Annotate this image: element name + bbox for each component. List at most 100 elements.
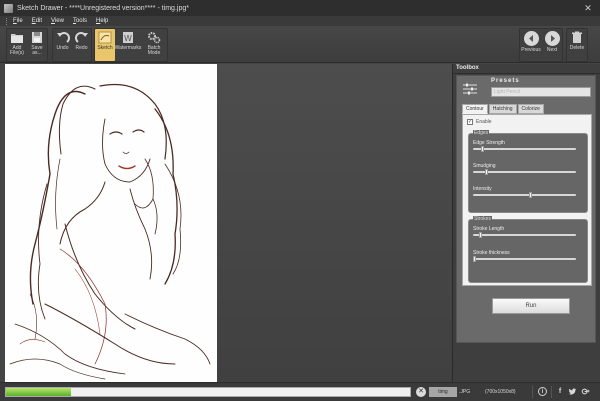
toolbox-title: Toolbox: [453, 64, 600, 74]
batch-mode-label: Batch Mode: [147, 45, 161, 56]
info-icon[interactable]: i: [538, 387, 547, 396]
redo-button[interactable]: Redo: [72, 29, 91, 61]
image-canvas[interactable]: [0, 64, 452, 382]
folder-icon: [10, 31, 24, 44]
strokes-group: Strokes Stroke Length Stroke thickness: [468, 216, 588, 283]
toolbox-panel: Toolbox Presets Light Pencil Contour Hat…: [452, 64, 600, 382]
menu-edit[interactable]: Edit: [32, 18, 42, 24]
previous-button[interactable]: Previous: [520, 29, 542, 61]
edges-group: Edges Edge Strength Smudging Intensity: [468, 130, 588, 213]
edge-strength-thumb[interactable]: [480, 146, 484, 152]
intensity-row: Intensity: [473, 186, 583, 198]
presets-label: Presets: [491, 78, 520, 84]
redo-label: Redo: [75, 45, 88, 51]
previous-label: Previous: [521, 47, 541, 53]
close-button[interactable]: ✕: [582, 2, 594, 14]
facebook-icon[interactable]: f: [555, 387, 565, 397]
svg-text:W: W: [124, 34, 132, 43]
edge-strength-row: Edge Strength: [473, 140, 583, 152]
stroke-length-thumb[interactable]: [478, 232, 482, 238]
enable-checkbox[interactable]: ✓: [467, 119, 473, 125]
tab-colorize[interactable]: Colorize: [517, 104, 544, 114]
edge-strength-slider[interactable]: [473, 146, 576, 152]
floppy-icon: [30, 31, 44, 44]
toolbox-content: Presets Light Pencil Contour Hatching Co…: [456, 75, 596, 343]
sliders-icon: [462, 82, 478, 95]
menu-view[interactable]: View: [51, 18, 64, 24]
twitter-icon[interactable]: [567, 387, 577, 397]
stroke-length-slider[interactable]: [473, 232, 576, 238]
status-separator: [551, 386, 552, 398]
delete-group: Delete: [566, 28, 588, 62]
enable-row[interactable]: ✓ Enable: [467, 119, 492, 125]
smudging-label: Smudging: [473, 163, 496, 169]
watermarks-label: Watermarks: [114, 45, 142, 51]
stroke-length-row: Stroke Length: [473, 226, 583, 238]
google-plus-icon[interactable]: [580, 387, 590, 397]
add-files-button[interactable]: Add File(s): [7, 29, 27, 61]
undo-icon: [56, 31, 70, 44]
sketch-drawing: [9, 83, 211, 380]
sketch-icon: [98, 31, 112, 44]
file-group: Add File(s) Save as...: [6, 28, 48, 62]
smudging-row: Smudging: [473, 163, 583, 175]
trash-icon: [570, 31, 584, 44]
sketch-drawer-icon: [4, 3, 13, 13]
delete-button[interactable]: Delete: [567, 29, 587, 61]
next-button[interactable]: Next: [542, 29, 562, 61]
window-title: Sketch Drawer - ****Unregistered version…: [17, 4, 189, 12]
edge-strength-label: Edge Strength: [473, 140, 505, 146]
contour-panel: ✓ Enable Edges Edge Strength Smudging In…: [462, 114, 592, 286]
mode-group: Sketch W Watermarks Batch Mode: [94, 28, 168, 62]
stroke-thickness-label: Stroke thickness: [473, 250, 510, 256]
smudging-thumb[interactable]: [484, 169, 488, 175]
toolbox-tabs: Contour Hatching Colorize: [462, 104, 545, 114]
sketch-button[interactable]: Sketch: [95, 29, 115, 61]
toolbar: Add File(s) Save as... Undo Redo Sketch …: [0, 26, 600, 63]
stroke-thickness-slider[interactable]: [473, 256, 576, 262]
edges-title: Edges: [473, 130, 490, 136]
undo-button[interactable]: Undo: [53, 29, 72, 61]
enable-label: Enable: [476, 119, 492, 125]
stroke-thickness-thumb[interactable]: [473, 256, 476, 262]
intensity-slider[interactable]: [473, 192, 576, 198]
stop-icon[interactable]: ✕: [416, 387, 426, 397]
watermark-icon: W: [121, 31, 135, 44]
strokes-title: Strokes: [473, 216, 492, 222]
current-filename: timg: [429, 387, 457, 397]
next-label: Next: [546, 47, 558, 53]
stroke-length-label: Stroke Length: [473, 226, 505, 232]
progress-fill: [6, 388, 71, 396]
delete-label: Delete: [569, 45, 585, 51]
batch-mode-button[interactable]: Batch Mode: [141, 29, 167, 61]
edit-group: Undo Redo: [52, 28, 92, 62]
tab-contour[interactable]: Contour: [462, 104, 488, 114]
smudging-slider[interactable]: [473, 169, 576, 175]
undo-label: Undo: [56, 45, 69, 51]
stroke-thickness-row: Stroke thickness: [473, 250, 583, 262]
menu-help[interactable]: Help: [96, 18, 108, 24]
gears-icon: [147, 31, 161, 44]
navigation-group: Previous Next: [519, 28, 563, 62]
canvas-background: [217, 64, 452, 382]
status-bar: ✕ timg .JPG (700x1050x8) i f: [0, 382, 600, 401]
file-extension: .JPG: [459, 389, 471, 395]
presets-dropdown[interactable]: Light Pencil: [491, 87, 591, 97]
tab-hatching[interactable]: Hatching: [488, 104, 517, 114]
save-as-button[interactable]: Save as...: [27, 29, 47, 61]
menu-grip: [6, 17, 8, 25]
menu-bar: File Edit View Tools Help: [0, 16, 600, 26]
sketch-preview-image[interactable]: [5, 64, 217, 382]
arrow-left-icon: [523, 31, 539, 46]
watermarks-button[interactable]: W Watermarks: [115, 29, 141, 61]
add-files-label: Add File(s): [10, 45, 24, 56]
save-as-label: Save as...: [31, 45, 43, 56]
progress-bar: [5, 387, 411, 397]
menu-file[interactable]: File: [13, 18, 23, 24]
menu-tools[interactable]: Tools: [73, 18, 87, 24]
image-dimensions: (700x1050x8): [485, 389, 516, 395]
intensity-thumb[interactable]: [528, 192, 532, 198]
title-bar: Sketch Drawer - ****Unregistered version…: [0, 0, 600, 16]
run-button[interactable]: Run: [492, 298, 570, 314]
status-separator: [532, 386, 533, 398]
